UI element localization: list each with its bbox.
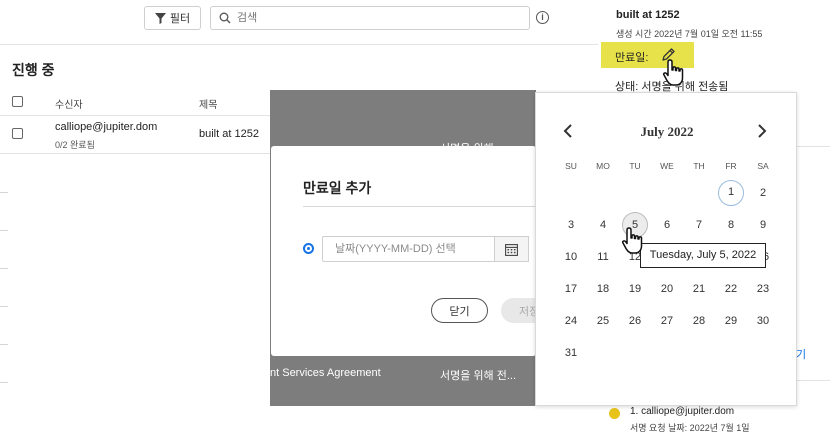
row-divider-stub: [0, 344, 8, 345]
toolbar-divider: [0, 44, 598, 45]
weekday-label: SU: [565, 161, 577, 171]
calendar-day[interactable]: 17: [558, 276, 584, 302]
panel-created-time: 생성 시간 2022년 7월 01일 오전 11:55: [616, 29, 763, 39]
weekday-label: TH: [693, 161, 705, 171]
calendar-day[interactable]: 2: [750, 180, 776, 206]
calendar-day[interactable]: 24: [558, 308, 584, 334]
signer-email: 1. calliope@jupiter.dom: [630, 406, 735, 417]
calendar-day[interactable]: 4: [590, 212, 616, 238]
row-divider-stub: [0, 382, 8, 383]
row-divider-stub: [0, 306, 8, 307]
calendar-icon: [505, 243, 518, 256]
row-recipient-email[interactable]: calliope@jupiter.dom: [55, 121, 157, 133]
section-title: 진행 중: [12, 62, 55, 78]
calendar-day[interactable]: 29: [718, 308, 744, 334]
column-header-title[interactable]: 제목: [199, 96, 217, 111]
panel-divider: [797, 146, 830, 147]
date-tooltip: Tuesday, July 5, 2022: [640, 243, 766, 268]
row-checkbox[interactable]: [12, 128, 23, 139]
panel-agreement-title: built at 1252: [616, 9, 680, 21]
weekday-label: MO: [596, 161, 610, 171]
calendar-button[interactable]: [494, 236, 529, 262]
filter-label: 필터: [169, 13, 191, 25]
calendar-day[interactable]: 8: [718, 212, 744, 238]
calendar-day[interactable]: 19: [622, 276, 648, 302]
signer-status-dot: [609, 408, 620, 419]
weekday-label: FR: [725, 161, 737, 171]
calendar-day[interactable]: 28: [686, 308, 712, 334]
panel-link[interactable]: 기: [796, 346, 806, 362]
filter-button[interactable]: 필터: [144, 6, 201, 30]
calendar-day[interactable]: 21: [686, 276, 712, 302]
weekday-label: SA: [757, 161, 769, 171]
search-icon: [219, 12, 231, 24]
signer-request-date: 서명 요청 날짜: 2022년 7월 1일: [630, 423, 750, 433]
calendar-day[interactable]: 3: [558, 212, 584, 238]
due-date-label: 만료일:: [615, 52, 649, 64]
next-month-button[interactable]: [754, 123, 770, 139]
row-title[interactable]: built at 1252: [199, 128, 259, 140]
calendar-day[interactable]: 11: [590, 244, 616, 270]
add-due-date-dialog: 만료일 추가 닫기 저장: [271, 146, 561, 356]
calendar-day[interactable]: 26: [622, 308, 648, 334]
calendar-day[interactable]: 30: [750, 308, 776, 334]
search-input[interactable]: [237, 12, 517, 24]
row-divider-stub: [0, 268, 8, 269]
hand-cursor-icon: [663, 59, 684, 86]
row-divider-stub: [0, 192, 8, 193]
date-radio[interactable]: [303, 243, 314, 254]
row-progress: 0/2 완료됨: [55, 140, 95, 150]
row-divider: [0, 153, 270, 154]
calendar-day[interactable]: 27: [654, 308, 680, 334]
header-divider: [0, 115, 270, 116]
calendar-day[interactable]: 22: [718, 276, 744, 302]
row-agreement-behind: nt Services Agreement: [270, 367, 381, 379]
search-box[interactable]: [210, 6, 530, 30]
calendar-day[interactable]: 23: [750, 276, 776, 302]
filter-icon: [154, 12, 166, 24]
calendar-day[interactable]: 31: [558, 340, 584, 366]
due-date-input[interactable]: [322, 236, 495, 262]
calendar-day[interactable]: 6: [654, 212, 680, 238]
column-header-recipient[interactable]: 수신자: [55, 96, 83, 111]
hand-cursor-icon: [622, 227, 643, 254]
calendar-day[interactable]: 9: [750, 212, 776, 238]
calendar-day[interactable]: 10: [558, 244, 584, 270]
row-status-behind: 서명을 위해 전...: [440, 370, 517, 382]
info-icon[interactable]: i: [536, 11, 549, 24]
row-divider-stub: [0, 230, 8, 231]
calendar-day[interactable]: 18: [590, 276, 616, 302]
dialog-divider: [303, 206, 536, 207]
dialog-title: 만료일 추가: [303, 180, 372, 196]
calendar-day[interactable]: 25: [590, 308, 616, 334]
close-button[interactable]: 닫기: [431, 298, 488, 323]
calendar-day[interactable]: 20: [654, 276, 680, 302]
select-all-checkbox[interactable]: [12, 96, 23, 107]
weekday-label: WE: [660, 161, 674, 171]
calendar-day[interactable]: 7: [686, 212, 712, 238]
weekday-label: TU: [629, 161, 641, 171]
calendar-day[interactable]: 1: [718, 180, 744, 206]
